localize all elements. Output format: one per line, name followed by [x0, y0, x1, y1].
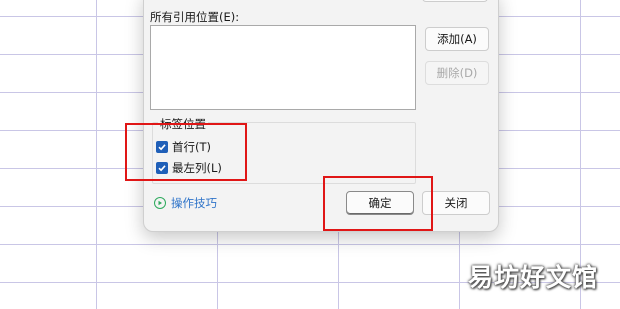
delete-button[interactable]: 删除(D) — [425, 61, 489, 85]
highlight-label-options — [125, 123, 247, 181]
consolidate-dialog: 所有引用位置(E): 添加(A) 删除(D) 标签位置 首行(T) 最左列(L)… — [143, 0, 499, 232]
tips-label: 操作技巧 — [171, 196, 217, 210]
all-references-list[interactable] — [150, 25, 416, 110]
play-icon — [154, 197, 166, 209]
watermark-text: 易坊好文馆 — [468, 263, 599, 292]
top-button-partial[interactable] — [422, 0, 488, 2]
add-button[interactable]: 添加(A) — [425, 27, 489, 51]
tips-link[interactable]: 操作技巧 — [154, 195, 217, 211]
all-references-label: 所有引用位置(E): — [150, 10, 240, 24]
highlight-ok-button — [323, 176, 433, 231]
